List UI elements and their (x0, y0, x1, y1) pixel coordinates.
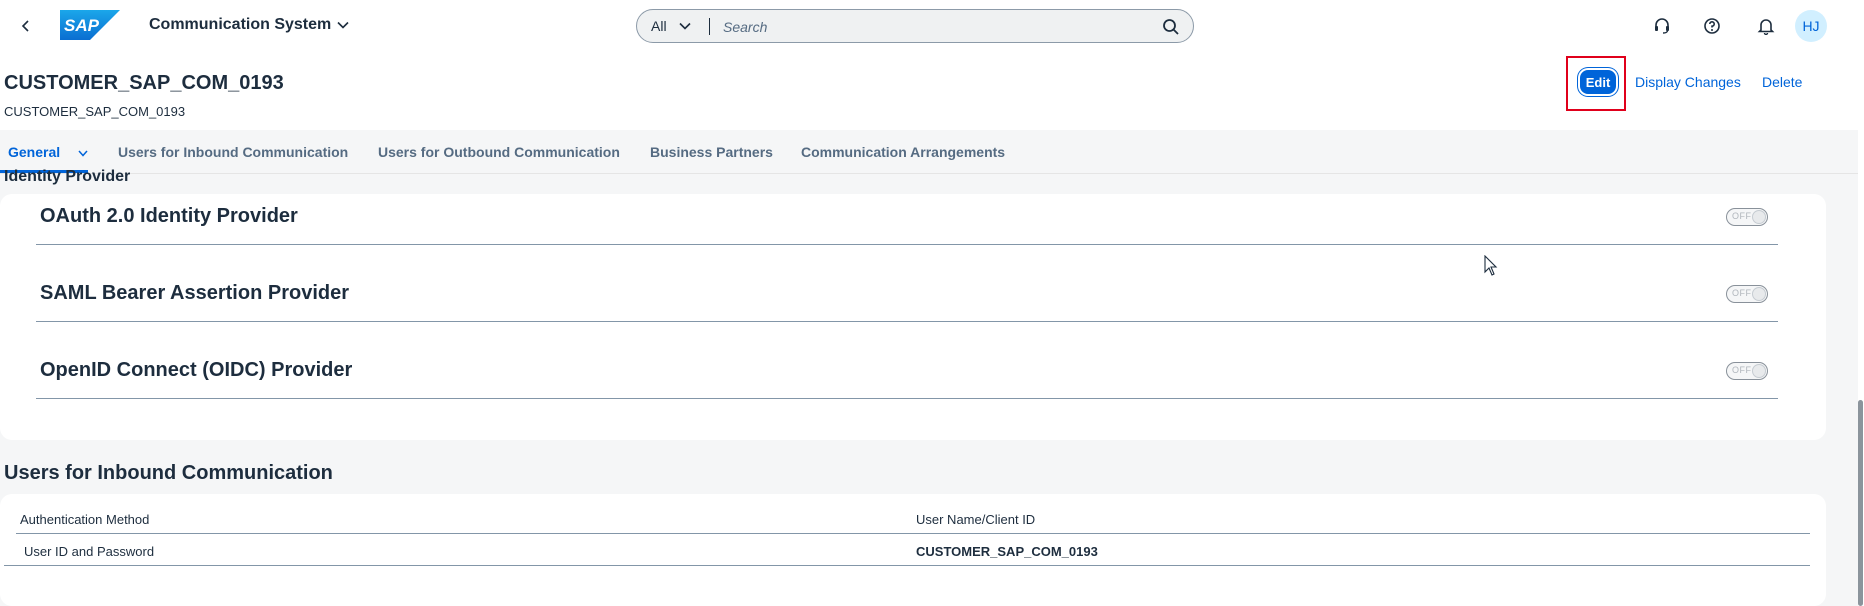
column-header-user-name[interactable]: User Name/Client ID (916, 512, 1035, 527)
sap-logo[interactable]: SAP (60, 10, 120, 40)
search-input[interactable] (721, 16, 1145, 38)
identity-provider-card: OAuth 2.0 Identity Provider OFF SAML Bea… (0, 194, 1826, 440)
anchor-tab-bar: General Users for Inbound Communication … (0, 130, 1858, 174)
notifications-button[interactable] (1754, 14, 1778, 38)
display-changes-button[interactable]: Display Changes (1635, 74, 1741, 90)
mouse-cursor-icon (1484, 255, 1498, 276)
switch-knob (1752, 210, 1766, 224)
search-scope-value: All (651, 18, 667, 34)
section-heading-identity-provider: Identity Provider (4, 168, 131, 185)
app-title-menu[interactable]: Communication System (149, 16, 349, 34)
help-button[interactable] (1700, 14, 1724, 38)
provider-row-oidc: OpenID Connect (OIDC) Provider OFF (36, 348, 1778, 399)
oidc-switch[interactable]: OFF (1726, 362, 1768, 380)
app-title: Communication System (149, 16, 332, 33)
page-subtitle: CUSTOMER_SAP_COM_0193 (4, 104, 186, 119)
bell-icon (1757, 19, 1775, 35)
switch-label: OFF (1732, 365, 1752, 375)
provider-title: OAuth 2.0 Identity Provider (40, 205, 298, 227)
column-header-auth-method[interactable]: Authentication Method (20, 512, 149, 527)
tab-communication-arrangements[interactable]: Communication Arrangements (801, 144, 1005, 160)
search-field: All (636, 9, 1194, 43)
tab-general[interactable]: General (8, 144, 88, 160)
chevron-down-icon (78, 150, 88, 157)
support-button[interactable] (1650, 14, 1674, 38)
saml-switch[interactable]: OFF (1726, 285, 1768, 303)
tab-users-outbound[interactable]: Users for Outbound Communication (378, 144, 620, 160)
back-button[interactable] (14, 14, 38, 38)
oauth-switch[interactable]: OFF (1726, 208, 1768, 226)
provider-row-oauth: OAuth 2.0 Identity Provider OFF (36, 194, 1778, 245)
edit-button[interactable]: Edit (1580, 70, 1616, 94)
vertical-scrollbar[interactable] (1858, 400, 1863, 606)
tab-label: General (8, 144, 61, 160)
provider-title: SAML Bearer Assertion Provider (40, 282, 349, 304)
tab-business-partners[interactable]: Business Partners (650, 144, 773, 160)
table-cell-user-name[interactable]: CUSTOMER_SAP_COM_0193 (916, 544, 1098, 559)
search-button[interactable] (1161, 17, 1181, 37)
switch-label: OFF (1732, 288, 1752, 298)
tab-users-inbound[interactable]: Users for Inbound Communication (118, 144, 348, 160)
shell-bar: SAP Communication System All Search HJ (0, 0, 1864, 52)
provider-row-saml: SAML Bearer Assertion Provider OFF (36, 271, 1778, 322)
section-heading-inbound-users: Users for Inbound Communication (4, 462, 333, 484)
delete-button[interactable]: Delete (1762, 74, 1802, 90)
table-cell-auth-method[interactable]: User ID and Password (24, 544, 154, 559)
chevron-down-icon (678, 22, 691, 30)
svg-text:SAP: SAP (64, 16, 100, 35)
headset-icon (1655, 18, 1669, 34)
chevron-left-icon (21, 20, 29, 32)
provider-title: OpenID Connect (OIDC) Provider (40, 359, 353, 381)
page-title: CUSTOMER_SAP_COM_0193 (4, 72, 284, 94)
search-divider (709, 18, 710, 35)
table-row-divider (4, 565, 1810, 566)
table-header-divider (16, 533, 1810, 534)
user-avatar[interactable]: HJ (1795, 10, 1827, 42)
inbound-users-table: Authentication Method User Name/Client I… (0, 494, 1826, 606)
switch-label: OFF (1732, 211, 1752, 221)
search-scope-select[interactable]: All (651, 18, 691, 34)
search-icon (1163, 19, 1179, 35)
chevron-down-icon (337, 21, 349, 29)
switch-knob (1752, 364, 1766, 378)
switch-knob (1752, 287, 1766, 301)
help-icon (1704, 18, 1720, 34)
